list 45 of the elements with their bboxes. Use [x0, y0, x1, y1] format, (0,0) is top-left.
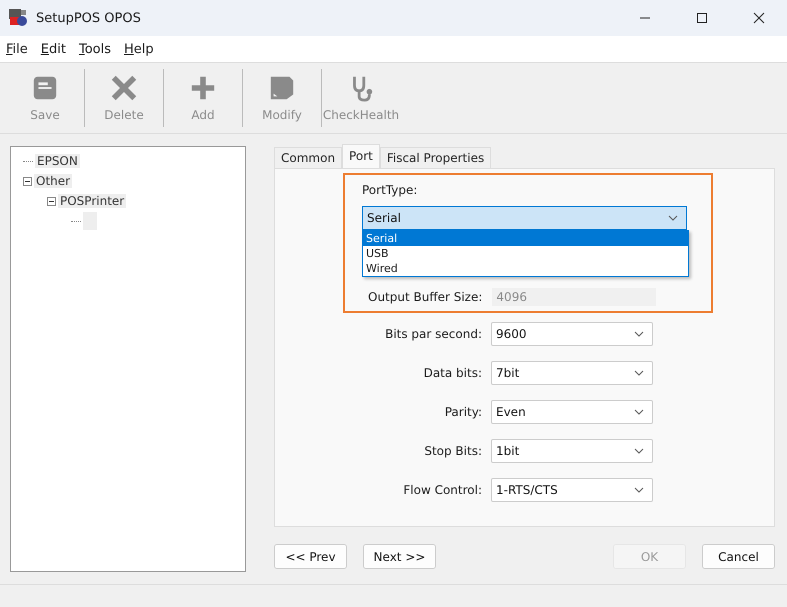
dialog-button[interactable]: << Prev: [274, 544, 347, 569]
setting-dropdown[interactable]: 7bit: [491, 361, 653, 385]
field-label: Bits par second:: [384, 327, 483, 341]
field-label: Flow Control:: [402, 483, 483, 497]
tree-item[interactable]: POSPrinter: [58, 194, 126, 208]
setting-dropdown[interactable]: 1-RTS/CTS: [491, 478, 653, 502]
setting-dropdown[interactable]: Even: [491, 400, 653, 424]
tab[interactable]: Fiscal Properties: [380, 147, 492, 168]
field-label: Data bits:: [422, 366, 483, 380]
setting-dropdown[interactable]: 9600: [491, 322, 653, 346]
field-label: Output Buffer Size:: [368, 290, 482, 304]
chevron-icon: [634, 370, 644, 376]
plus-icon: [189, 74, 217, 102]
setting-dropdown[interactable]: 1bit: [491, 439, 653, 463]
chevron-icon: [634, 448, 644, 454]
port-type-dropdown[interactable]: Serial: [362, 206, 687, 230]
collapse-icon[interactable]: [47, 196, 56, 206]
dialog-button[interactable]: Cancel: [702, 544, 775, 569]
edit-icon: [268, 74, 296, 102]
field-label: Parity:: [444, 405, 483, 419]
tab[interactable]: Common: [274, 147, 342, 168]
menu-item[interactable]: Help: [124, 42, 154, 56]
chevron-icon: [634, 409, 644, 415]
tab[interactable]: Port: [342, 144, 380, 168]
field-label: Stop Bits:: [423, 444, 483, 458]
menu-item[interactable]: Edit: [40, 42, 66, 56]
tree-item[interactable]: Other: [34, 174, 72, 188]
chevron-icon: [634, 331, 644, 337]
maximize-icon[interactable]: [696, 12, 708, 24]
tree-item[interactable]: EPSON: [35, 154, 80, 168]
dialog-button[interactable]: Next >>: [363, 544, 436, 569]
document-icon: [31, 74, 59, 102]
close-icon[interactable]: [753, 12, 765, 24]
window-title: SetupPOS OPOS: [36, 10, 141, 26]
dropdown-option[interactable]: Wired: [363, 261, 688, 276]
cross-icon: [110, 74, 138, 102]
app-icon: [8, 8, 28, 28]
chevron-icon: [668, 215, 678, 221]
menu-item[interactable]: File: [6, 42, 28, 56]
dropdown-option[interactable]: USB: [363, 246, 688, 261]
chevron-icon: [634, 487, 644, 493]
menu-item[interactable]: Tools: [78, 42, 111, 56]
field-label: PortType:: [362, 183, 418, 197]
dropdown-option[interactable]: Serial: [363, 231, 688, 246]
collapse-icon[interactable]: [23, 176, 32, 186]
